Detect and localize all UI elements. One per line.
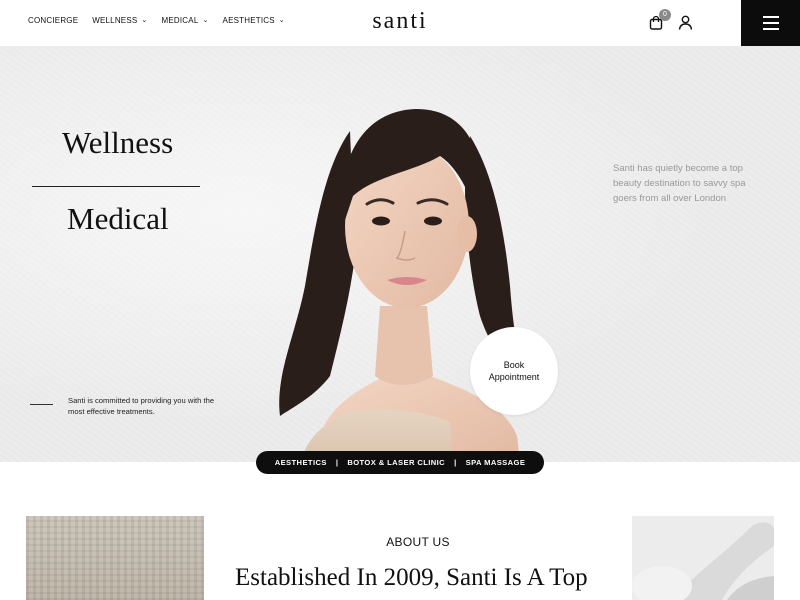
nav-item-wellness[interactable]: WELLNESS ⌄ bbox=[92, 16, 147, 25]
nav-item-label: MEDICAL bbox=[161, 16, 199, 25]
category-aesthetics[interactable]: AESTHETICS bbox=[275, 458, 327, 467]
hamburger-menu-icon bbox=[762, 22, 779, 24]
main-nav: CONCIERGE WELLNESS ⌄ MEDICAL ⌄ AESTHETIC… bbox=[28, 16, 285, 25]
hamburger-menu-icon bbox=[762, 16, 779, 18]
category-separator: | bbox=[454, 458, 457, 467]
hamburger-menu-button[interactable] bbox=[741, 0, 800, 46]
hero-medical-heading[interactable]: Medical bbox=[67, 201, 169, 237]
user-icon[interactable] bbox=[678, 15, 693, 30]
hero-short-divider bbox=[30, 404, 53, 405]
about-us-label: ABOUT US bbox=[386, 535, 450, 549]
nav-item-concierge[interactable]: CONCIERGE bbox=[28, 16, 78, 25]
category-botox-laser-clinic[interactable]: BOTOX & LASER CLINIC bbox=[347, 458, 445, 467]
category-spa-massage[interactable]: SPA MASSAGE bbox=[466, 458, 526, 467]
arm-illustration bbox=[632, 516, 774, 600]
chevron-down-icon: ⌄ bbox=[278, 17, 285, 24]
nav-item-label: CONCIERGE bbox=[28, 16, 79, 25]
hero-intro-text: Santi has quietly become a top beauty de… bbox=[613, 163, 746, 204]
hero-section: Wellness Medical Santi is committed to p… bbox=[0, 46, 800, 462]
service-category-bar: AESTHETICS | BOTOX & LASER CLINIC | SPA … bbox=[256, 451, 544, 474]
hero-committed-text: Santi is committed to providing you with… bbox=[68, 396, 215, 416]
about-arm-image bbox=[632, 516, 774, 600]
nav-item-label: AESTHETICS bbox=[222, 16, 275, 25]
about-title: Established In 2009, Santi Is A Top bbox=[235, 564, 588, 591]
cart-count-badge: 0 bbox=[659, 9, 671, 21]
about-texture-image bbox=[26, 516, 204, 600]
chevron-down-icon: ⌄ bbox=[141, 17, 148, 24]
book-appointment-label-line2: Appointment bbox=[488, 372, 540, 382]
nav-item-aesthetics[interactable]: AESTHETICS ⌄ bbox=[223, 16, 285, 25]
chevron-down-icon: ⌄ bbox=[202, 17, 209, 24]
site-logo[interactable]: santi bbox=[360, 8, 440, 35]
hero-divider bbox=[32, 186, 200, 187]
hamburger-menu-icon bbox=[762, 28, 779, 30]
site-header: CONCIERGE WELLNESS ⌄ MEDICAL ⌄ AESTHETIC… bbox=[0, 0, 800, 46]
nav-item-label: WELLNESS bbox=[92, 16, 138, 25]
book-appointment-label-line1: Book bbox=[503, 360, 525, 370]
hero-wellness-heading[interactable]: Wellness bbox=[62, 125, 173, 161]
nav-item-medical[interactable]: MEDICAL ⌄ bbox=[162, 16, 209, 25]
category-separator: | bbox=[335, 458, 339, 467]
book-appointment-button[interactable]: Book Appointment bbox=[470, 327, 558, 415]
